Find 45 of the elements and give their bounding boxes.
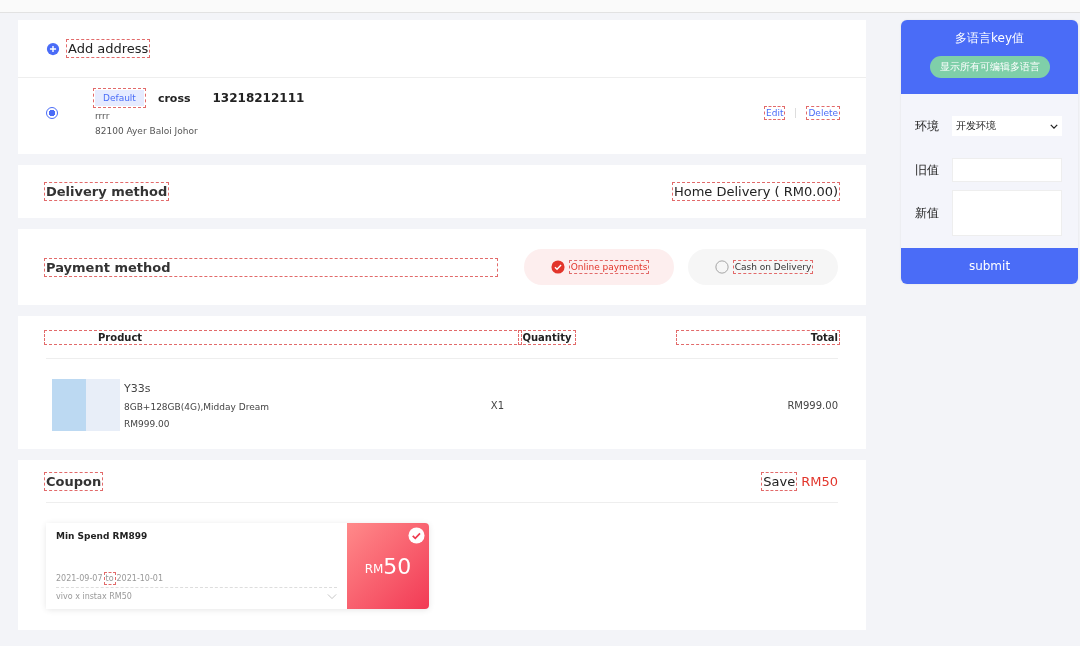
column-header: Quantity <box>520 331 574 343</box>
delivery-method-label: Delivery method <box>46 184 168 199</box>
date-separator: to <box>105 574 114 583</box>
address-radio[interactable] <box>46 107 58 119</box>
panel-title: 多语言key值 <box>955 30 1024 47</box>
payment-option[interactable]: Online payments <box>524 249 674 285</box>
coupon-ticket[interactable]: Min Spend RM899 2021-09-07 to 2021-10-01 vivo x instax RM50 <box>46 523 347 609</box>
empty-circle-icon <box>714 260 729 274</box>
product-name: Y33s <box>124 381 152 395</box>
coupon-title: Min Spend RM899 <box>56 531 149 541</box>
payment-method-label: Payment method <box>46 259 496 275</box>
end-date: 2021-10-01 <box>116 574 164 583</box>
product-total: RM999.00 <box>787 399 838 411</box>
payment-option[interactable]: Cash on Delivery <box>688 249 838 285</box>
save-label: Save <box>763 473 796 489</box>
delete-link[interactable]: Delete <box>808 108 838 118</box>
chevron-down-icon <box>1050 123 1058 129</box>
field-label: 新值 <box>915 204 940 222</box>
add-circle-icon[interactable] <box>46 41 60 56</box>
coupon-label: Coupon <box>46 473 102 489</box>
field-label: 环境 <box>915 117 940 135</box>
save-amount: RM50 <box>801 473 838 489</box>
submit-button[interactable]: submit <box>901 248 1078 284</box>
coupon-currency: RM <box>364 562 384 576</box>
start-date: 2021-09-07 <box>56 574 103 583</box>
check-circle-icon <box>550 260 565 274</box>
environment-select[interactable]: 开发环境 <box>952 116 1062 136</box>
coupon-note: vivo x instax RM50 <box>56 592 132 601</box>
field-label: 旧值 <box>915 161 940 179</box>
chevron-down-icon[interactable] <box>327 593 337 600</box>
column-header: Total <box>678 331 838 343</box>
product-quantity: X1 <box>489 399 506 411</box>
delivery-method-value: Home Delivery ( RM0.00) <box>673 184 838 199</box>
address-line: rrrr <box>95 111 111 121</box>
product-price: RM999.00 <box>124 418 171 429</box>
column-header: Product <box>46 331 520 343</box>
address-line: 82100 Ayer Baloi Johor <box>95 126 199 136</box>
phone-number: 13218212111 <box>212 91 305 105</box>
product-variant: 8GB+128GB(4G),Midday Dream <box>124 401 270 412</box>
default-badge: Default <box>95 90 144 106</box>
recipient-name: cross <box>157 91 191 105</box>
product-photo-placeholder <box>52 379 120 431</box>
coupon-amount: 50 <box>383 553 412 579</box>
add-address-link[interactable]: Add address <box>68 41 149 56</box>
edit-link[interactable]: Edit <box>766 108 784 118</box>
